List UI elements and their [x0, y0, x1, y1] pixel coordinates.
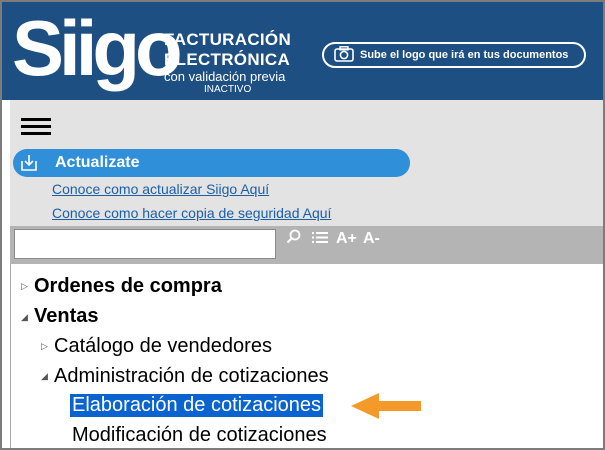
update-title: Actualizate — [55, 154, 140, 171]
update-button[interactable]: Actualizate — [13, 149, 410, 177]
font-decrease-button[interactable]: A- — [363, 230, 380, 248]
collapse-triangle-icon[interactable]: ◢ — [41, 371, 48, 382]
collapse-triangle-icon[interactable]: ◢ — [21, 312, 28, 323]
side-panel: Actualizate Conoce como actualizar Siigo… — [10, 100, 603, 230]
brand-line-3: con validación previa — [164, 69, 286, 84]
tree-item-elaboracion-cotizaciones[interactable]: Elaboración de cotizaciones — [70, 394, 324, 417]
list-icon[interactable] — [312, 231, 328, 249]
brand-line-1: FACTURACIÓN — [164, 30, 292, 49]
camera-icon — [334, 45, 360, 65]
siigo-logo: Siigo — [12, 4, 183, 92]
expand-triangle-icon[interactable]: ▷ — [41, 341, 48, 352]
hamburger-menu-icon[interactable] — [21, 118, 51, 138]
truncated-row — [33, 264, 208, 266]
brand-line-2: ELECTRÓNICA — [164, 50, 291, 69]
tree-item-administracion-cotizaciones[interactable]: Administración de cotizaciones — [54, 365, 329, 388]
search-icon[interactable] — [286, 229, 302, 250]
app-window: Siigo FACTURACIÓN ELECTRÓNICA con valida… — [0, 0, 605, 450]
search-input[interactable] — [14, 229, 276, 259]
upload-logo-label: Sube el logo que irá en tus documentos — [360, 49, 569, 61]
upload-logo-button[interactable]: Sube el logo que irá en tus documentos — [322, 42, 586, 68]
tree-item-ventas[interactable]: Ventas — [34, 305, 98, 328]
tree-item-ordenes-de-compra[interactable]: Ordenes de compra — [34, 275, 222, 298]
brand-status: INACTIVO — [204, 84, 252, 95]
orange-arrow-icon — [351, 393, 421, 419]
header-banner: Siigo FACTURACIÓN ELECTRÓNICA con valida… — [2, 2, 603, 100]
tree-item-modificacion-cotizaciones[interactable]: Modificación de cotizaciones — [72, 424, 327, 447]
tree-item-catalogo-vendedores[interactable]: Catálogo de vendedores — [54, 335, 272, 358]
search-toolbar: A+ A- — [10, 226, 603, 264]
expand-triangle-icon[interactable]: ▷ — [21, 281, 28, 292]
font-increase-button[interactable]: A+ — [336, 230, 357, 248]
menu-tree: ▷ Ordenes de compra ◢ Ventas ▷ Catálogo … — [10, 264, 603, 448]
brand-text: FACTURACIÓN ELECTRÓNICA con validación p… — [164, 30, 291, 95]
update-link[interactable]: Conoce como actualizar Siigo Aquí — [52, 181, 269, 197]
backup-link[interactable]: Conoce como hacer copia de seguridad Aqu… — [52, 205, 331, 221]
download-icon — [21, 155, 37, 171]
